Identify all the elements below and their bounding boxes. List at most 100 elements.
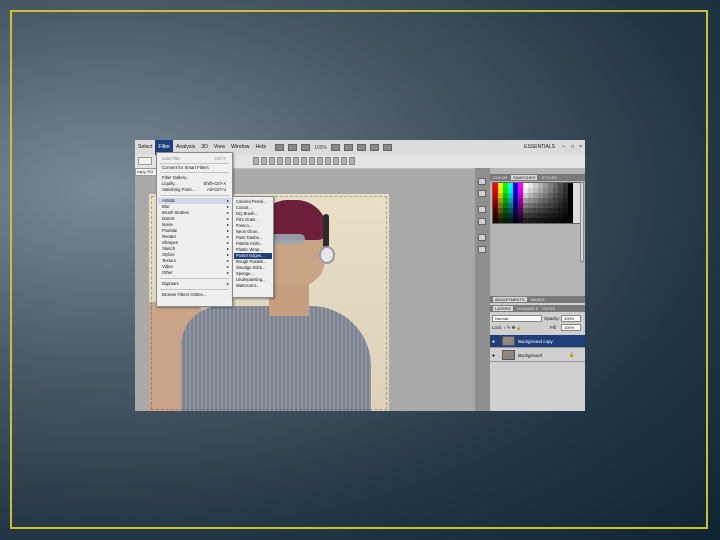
document-tab[interactable]: copy, RG bbox=[135, 168, 157, 176]
menu-item-vanishing-point[interactable]: Vanishing Point... bbox=[162, 187, 195, 193]
color-swatch[interactable] bbox=[568, 218, 573, 223]
layer-name: Background bbox=[518, 353, 543, 358]
minimize-button[interactable]: – bbox=[562, 144, 565, 150]
layer-thumbnail bbox=[502, 336, 515, 346]
submenu-arrow-icon: ▸ bbox=[226, 204, 229, 209]
photo-shirt bbox=[181, 306, 371, 411]
lock-icon: 🔒 bbox=[568, 352, 575, 358]
tab-layers[interactable]: LAYERS bbox=[493, 306, 513, 311]
align-vcenter-icon[interactable] bbox=[261, 157, 267, 165]
fill-label: Fill: bbox=[550, 325, 557, 330]
menu-item-other[interactable]: Other bbox=[162, 270, 173, 276]
layers-panel: LAYERS CHANNELS PATHS Normal Opacity: 10… bbox=[490, 303, 585, 411]
submenu-arrow-icon: ▸ bbox=[226, 210, 229, 215]
actions-icon[interactable] bbox=[478, 190, 486, 197]
submenu-arrow-icon: ▸ bbox=[226, 264, 229, 269]
layer-row[interactable]: ● Background 🔒 bbox=[490, 349, 585, 362]
bridge-icon[interactable] bbox=[275, 144, 285, 151]
menu-item-liquify-shortcut: Shift+Ctrl+X bbox=[203, 181, 226, 186]
auto-align-icon[interactable] bbox=[349, 157, 355, 165]
minibridge-icon[interactable] bbox=[288, 144, 298, 151]
distribute-vcenter-icon[interactable] bbox=[309, 157, 315, 165]
history-icon[interactable] bbox=[478, 178, 486, 185]
character-icon[interactable] bbox=[478, 206, 486, 213]
tab-paths[interactable]: PATHS bbox=[542, 306, 555, 311]
opacity-input[interactable]: 100% bbox=[561, 315, 581, 322]
menu-divider bbox=[160, 163, 229, 164]
align-buttons bbox=[253, 157, 355, 165]
align-left-icon[interactable] bbox=[277, 157, 283, 165]
photoshop-window: Select Filter Analysis 3D View Window He… bbox=[135, 140, 585, 411]
photo-headphone bbox=[319, 246, 335, 264]
distribute-right-icon[interactable] bbox=[341, 157, 347, 165]
menu-divider bbox=[160, 195, 229, 196]
tab-masks[interactable]: MASKS bbox=[531, 297, 545, 302]
submenu-arrow-icon: ▸ bbox=[226, 270, 229, 275]
photo-headphone-band bbox=[323, 214, 329, 248]
fill-input[interactable]: 100% bbox=[561, 324, 581, 331]
distribute-bottom-icon[interactable] bbox=[317, 157, 323, 165]
eye-icon[interactable]: ● bbox=[492, 339, 495, 345]
submenu-item-watercolor[interactable]: Watercolor... bbox=[236, 283, 259, 289]
submenu-arrow-icon: ▸ bbox=[226, 234, 229, 239]
align-top-icon[interactable] bbox=[253, 157, 259, 165]
menu-help[interactable]: Help bbox=[253, 140, 270, 155]
filter-menu: Last Filter Ctrl+F Convert for Smart Fil… bbox=[156, 152, 233, 307]
menu-item-browse-filters-online[interactable]: Browse Filters Online... bbox=[162, 292, 206, 298]
workspace-switcher[interactable]: ESSENTIALS bbox=[524, 144, 555, 150]
layers-panel-tabs: LAYERS CHANNELS PATHS bbox=[490, 305, 585, 312]
lock-label: Lock: bbox=[492, 325, 503, 330]
submenu-arrow-icon: ▸ bbox=[226, 252, 229, 257]
show-transform-checkbox[interactable] bbox=[138, 157, 152, 165]
rotate-view-icon[interactable] bbox=[357, 144, 366, 151]
submenu-arrow-icon: ▸ bbox=[226, 228, 229, 233]
swatches-scrollbar[interactable] bbox=[580, 182, 584, 262]
distribute-hcenter-icon[interactable] bbox=[333, 157, 339, 165]
menu-item-last-filter-shortcut: Ctrl+F bbox=[214, 156, 226, 161]
menu-item-vanishing-point-shortcut: Alt+Ctrl+V bbox=[206, 187, 226, 192]
screen-mode-icon[interactable] bbox=[383, 144, 392, 151]
blend-mode-select[interactable]: Normal bbox=[492, 315, 542, 322]
submenu-arrow-icon: ▸ bbox=[226, 246, 229, 251]
eye-icon[interactable]: ● bbox=[492, 353, 495, 359]
maximize-button[interactable]: □ bbox=[571, 144, 574, 150]
menu-select[interactable]: Select bbox=[135, 140, 155, 155]
tab-color[interactable]: COLOR bbox=[493, 175, 507, 180]
layer-name: Background copy bbox=[518, 339, 553, 344]
paragraph-icon[interactable] bbox=[478, 218, 486, 225]
hand-tool-icon[interactable] bbox=[331, 144, 340, 151]
artistic-submenu: Colored Pencil... Cutout... Dry Brush...… bbox=[232, 196, 274, 298]
swatches-grid[interactable] bbox=[492, 182, 582, 224]
align-right-icon[interactable] bbox=[293, 157, 299, 165]
distribute-top-icon[interactable] bbox=[301, 157, 307, 165]
zoom-level[interactable]: 100% bbox=[314, 145, 327, 151]
tab-styles[interactable]: STYLES bbox=[541, 175, 556, 180]
align-hcenter-icon[interactable] bbox=[285, 157, 291, 165]
submenu-arrow-icon: ▸ bbox=[226, 198, 229, 203]
arrange-documents-icon[interactable] bbox=[370, 144, 379, 151]
clone-source-icon[interactable] bbox=[478, 246, 486, 253]
tab-swatches[interactable]: SWATCHES bbox=[511, 175, 538, 180]
tab-adjustments[interactable]: ADJUSTMENTS bbox=[493, 297, 527, 302]
distribute-left-icon[interactable] bbox=[325, 157, 331, 165]
align-bottom-icon[interactable] bbox=[269, 157, 275, 165]
menu-item-last-filter: Last Filter bbox=[162, 156, 181, 161]
menu-divider bbox=[160, 172, 229, 173]
view-extras-icon[interactable] bbox=[301, 144, 311, 151]
zoom-tool-icon[interactable] bbox=[344, 144, 353, 151]
close-button[interactable]: × bbox=[579, 144, 582, 150]
menu-divider bbox=[160, 278, 229, 279]
submenu-arrow-icon: ▸ bbox=[226, 216, 229, 221]
menu-item-digimarc[interactable]: Digimarc bbox=[162, 281, 179, 287]
color-panel-tabs: COLOR SWATCHES STYLES bbox=[490, 174, 585, 181]
submenu-arrow-icon: ▸ bbox=[226, 240, 229, 245]
panel-icon-strip bbox=[475, 168, 490, 411]
menu-item-convert-smart-filters[interactable]: Convert for Smart Filters bbox=[162, 165, 209, 171]
brushes-icon[interactable] bbox=[478, 234, 486, 241]
tab-channels[interactable]: CHANNELS bbox=[517, 306, 539, 311]
lock-options-icon[interactable]: ▫ ✎ ✥ 🔒 bbox=[504, 325, 522, 331]
layer-row[interactable]: ● Background copy bbox=[490, 335, 585, 348]
opacity-label: Opacity: bbox=[544, 316, 560, 321]
application-bar-icons: 100% bbox=[275, 144, 392, 151]
menu-divider bbox=[160, 289, 229, 290]
